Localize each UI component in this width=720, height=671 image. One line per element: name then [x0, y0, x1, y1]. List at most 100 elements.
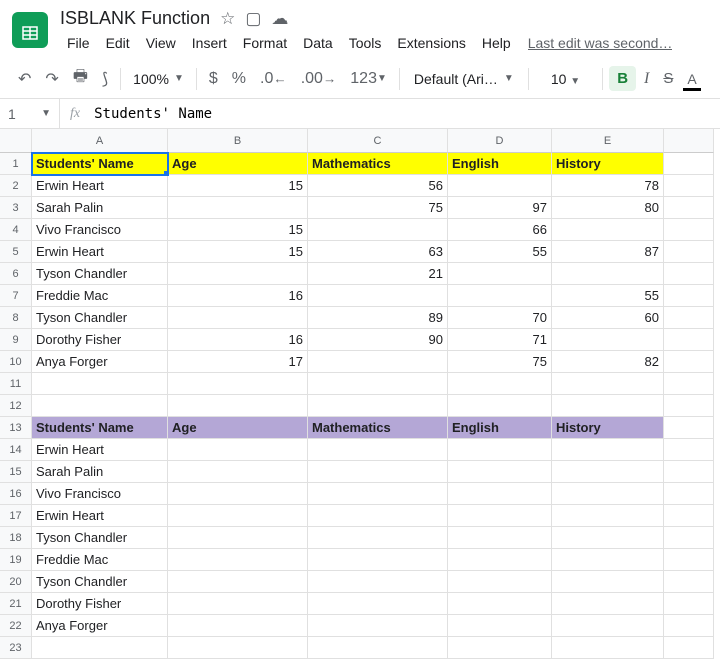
cell[interactable]: Sarah Palin [32, 461, 168, 483]
cell[interactable] [664, 241, 714, 263]
cell[interactable]: 66 [448, 219, 552, 241]
cell[interactable] [448, 439, 552, 461]
cell[interactable]: 90 [308, 329, 448, 351]
cell[interactable]: 55 [552, 285, 664, 307]
cell[interactable]: History [552, 417, 664, 439]
cell[interactable] [552, 263, 664, 285]
formula-input[interactable] [90, 99, 720, 128]
cell[interactable] [552, 395, 664, 417]
menu-tools[interactable]: Tools [342, 31, 389, 55]
cell[interactable] [448, 483, 552, 505]
col-header-B[interactable]: B [168, 129, 308, 153]
cell[interactable] [32, 395, 168, 417]
cell[interactable] [168, 439, 308, 461]
row-header-12[interactable]: 12 [0, 395, 32, 417]
cell[interactable]: 16 [168, 329, 308, 351]
cell[interactable] [308, 571, 448, 593]
cell[interactable]: Students' Name [32, 417, 168, 439]
row-header-4[interactable]: 4 [0, 219, 32, 241]
cell[interactable] [664, 461, 714, 483]
cell[interactable] [308, 505, 448, 527]
cell[interactable] [168, 373, 308, 395]
cell[interactable]: Erwin Heart [32, 175, 168, 197]
cell[interactable]: Tyson Chandler [32, 307, 168, 329]
cell[interactable]: Vivo Francisco [32, 219, 168, 241]
row-header-10[interactable]: 10 [0, 351, 32, 373]
italic-button[interactable]: I [638, 66, 655, 92]
cell[interactable] [168, 637, 308, 659]
menu-insert[interactable]: Insert [185, 31, 234, 55]
cell[interactable] [552, 483, 664, 505]
row-header-20[interactable]: 20 [0, 571, 32, 593]
row-header-11[interactable]: 11 [0, 373, 32, 395]
zoom-select[interactable]: 100%▼ [127, 67, 190, 91]
cell[interactable]: Anya Forger [32, 615, 168, 637]
menu-format[interactable]: Format [236, 31, 294, 55]
cell[interactable] [664, 615, 714, 637]
cell[interactable] [448, 263, 552, 285]
cell[interactable] [552, 549, 664, 571]
font-size-select[interactable]: 10 ▼ [535, 67, 596, 91]
cell[interactable] [448, 461, 552, 483]
paint-format-icon[interactable]: ⟆ [96, 65, 114, 93]
last-edit[interactable]: Last edit was second… [528, 35, 673, 51]
cell[interactable] [308, 285, 448, 307]
doc-title[interactable]: ISBLANK Function [60, 8, 210, 29]
cell[interactable]: 80 [552, 197, 664, 219]
cell[interactable] [168, 197, 308, 219]
cell[interactable]: 71 [448, 329, 552, 351]
cell[interactable]: Tyson Chandler [32, 263, 168, 285]
cell[interactable]: 17 [168, 351, 308, 373]
cell[interactable] [552, 615, 664, 637]
cell[interactable]: Sarah Palin [32, 197, 168, 219]
row-header-3[interactable]: 3 [0, 197, 32, 219]
cell[interactable]: Dorothy Fisher [32, 329, 168, 351]
cell[interactable]: Mathematics [308, 153, 448, 175]
cell[interactable]: Mathematics [308, 417, 448, 439]
cell[interactable] [168, 593, 308, 615]
cell[interactable]: 15 [168, 241, 308, 263]
cell[interactable] [308, 439, 448, 461]
cell[interactable] [664, 527, 714, 549]
cell[interactable]: 16 [168, 285, 308, 307]
row-header-18[interactable]: 18 [0, 527, 32, 549]
cell[interactable] [664, 285, 714, 307]
move-icon[interactable]: ▢ [245, 9, 261, 29]
cell[interactable] [168, 549, 308, 571]
cell[interactable] [664, 197, 714, 219]
cell[interactable]: 60 [552, 307, 664, 329]
cell[interactable] [552, 461, 664, 483]
cell[interactable] [664, 307, 714, 329]
cell[interactable] [448, 637, 552, 659]
cell[interactable] [664, 439, 714, 461]
row-header-9[interactable]: 9 [0, 329, 32, 351]
number-format-select[interactable]: 123 ▼ [344, 66, 393, 92]
cell[interactable] [448, 373, 552, 395]
cell[interactable]: 75 [448, 351, 552, 373]
decrease-decimal-button[interactable]: .0← [254, 66, 293, 92]
star-icon[interactable]: ☆ [220, 9, 235, 29]
cell[interactable] [664, 549, 714, 571]
cell[interactable] [448, 571, 552, 593]
cell[interactable] [552, 329, 664, 351]
cell[interactable] [664, 219, 714, 241]
row-header-1[interactable]: 1 [0, 153, 32, 175]
cell[interactable] [664, 505, 714, 527]
row-header-14[interactable]: 14 [0, 439, 32, 461]
cell[interactable] [168, 615, 308, 637]
col-header-C[interactable]: C [308, 129, 448, 153]
row-header-21[interactable]: 21 [0, 593, 32, 615]
cell[interactable]: Age [168, 417, 308, 439]
currency-button[interactable]: $ [203, 66, 224, 92]
row-header-8[interactable]: 8 [0, 307, 32, 329]
menu-extensions[interactable]: Extensions [390, 31, 472, 55]
cell[interactable]: 75 [308, 197, 448, 219]
cell[interactable] [664, 373, 714, 395]
redo-icon[interactable]: ↷ [39, 65, 64, 93]
increase-decimal-button[interactable]: .00→ [295, 66, 343, 92]
col-header-D[interactable]: D [448, 129, 552, 153]
cell[interactable] [308, 593, 448, 615]
cell[interactable] [552, 637, 664, 659]
row-header-5[interactable]: 5 [0, 241, 32, 263]
cell[interactable] [168, 571, 308, 593]
